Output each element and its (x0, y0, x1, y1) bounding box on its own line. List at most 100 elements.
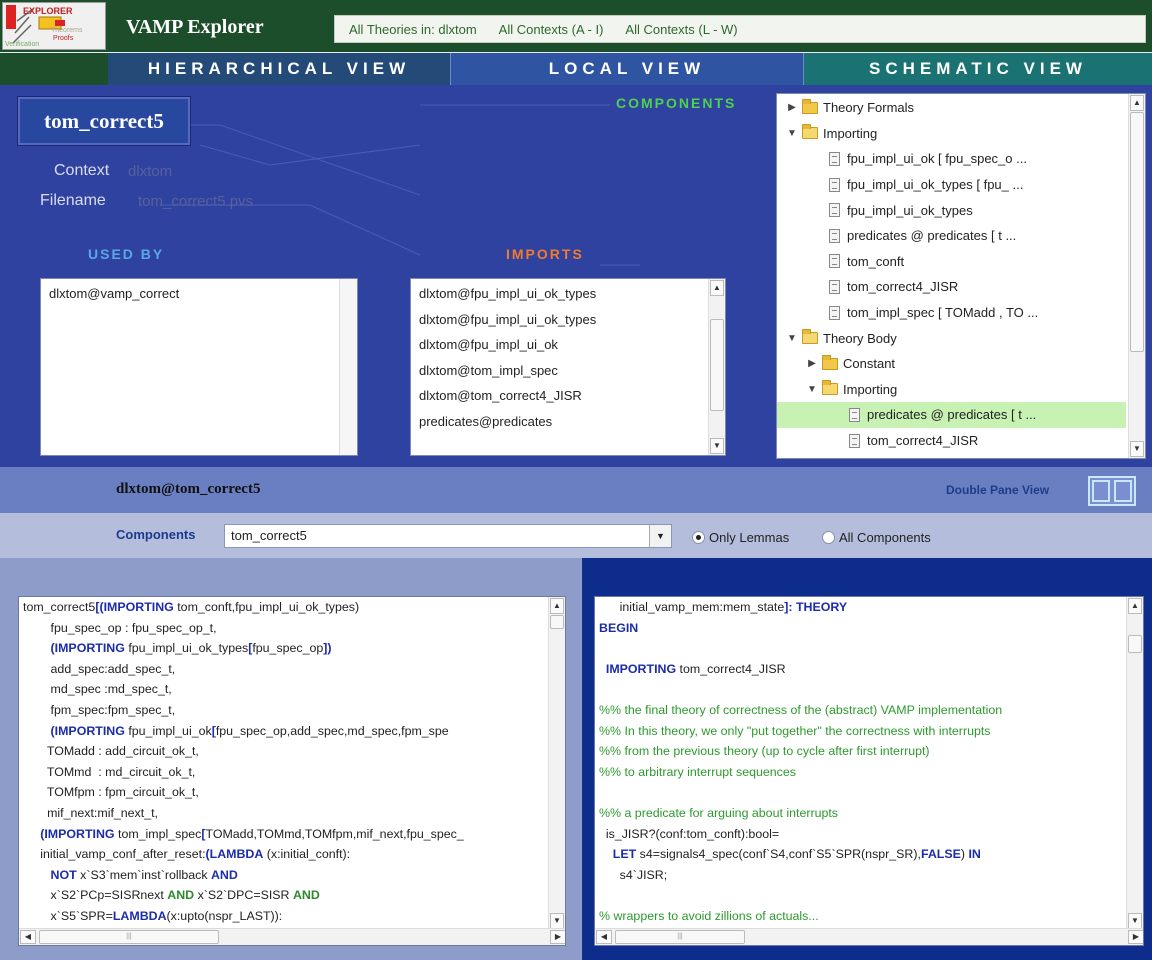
tree-item[interactable]: ▼ Importing (777, 377, 1126, 403)
double-pane-toggle-icon[interactable] (1088, 476, 1136, 506)
left-code-text: tom_correct5[(IMPORTING tom_conft,fpu_im… (23, 597, 464, 927)
tree-item[interactable]: fpu_impl_ui_ok_types [ fpu_ ... (777, 172, 1126, 198)
theory-name-badge: tom_correct5 (18, 97, 190, 145)
link-contexts-l-w[interactable]: All Contexts (L - W) (625, 22, 737, 37)
imports-item[interactable]: dlxtom@fpu_impl_ui_ok (411, 332, 725, 358)
tab-local-view[interactable]: LOCAL VIEW (450, 53, 804, 85)
code-line: x`S5`SPR=LAMBDA(x:upto(nspr_LAST)): (23, 908, 283, 923)
link-all-theories[interactable]: All Theories in: dlxtom (349, 22, 477, 37)
right-code-vscroll[interactable]: ▲ ▼ (1126, 597, 1143, 930)
scroll-down-icon[interactable]: ▼ (1130, 441, 1144, 457)
left-code-hscroll[interactable]: ◀ ||| ▶ (19, 928, 565, 945)
code-line: %% to arbitrary interrupt sequences (599, 764, 796, 779)
scroll-thumb[interactable]: ||| (615, 930, 745, 944)
imports-list[interactable]: dlxtom@fpu_impl_ui_ok_types dlxtom@fpu_im… (410, 278, 726, 456)
document-icon (829, 228, 840, 243)
scroll-down-icon[interactable]: ▼ (710, 438, 724, 454)
scroll-thumb[interactable] (710, 319, 724, 411)
used-by-item[interactable]: dlxtom@vamp_correct (41, 281, 357, 307)
tab-hierarchical-view[interactable]: HIERARCHICAL VIEW (108, 53, 450, 85)
tree-item[interactable]: tom_correct4_JISR (777, 274, 1126, 300)
scroll-thumb[interactable]: ||| (39, 930, 219, 944)
imports-item[interactable]: dlxtom@fpu_impl_ui_ok_types (411, 307, 725, 333)
tree-scrollbar[interactable]: ▲ ▼ (1128, 94, 1145, 458)
tree-item-label: fpu_impl_ui_ok [ fpu_spec_o ... (847, 151, 1027, 167)
imports-item[interactable]: dlxtom@fpu_impl_ui_ok_types (411, 281, 725, 307)
folder-open-icon (802, 124, 818, 140)
imports-item[interactable]: predicates@predicates (411, 409, 725, 435)
scroll-thumb[interactable] (1128, 635, 1142, 653)
components-title: COMPONENTS (616, 95, 737, 111)
tree-item-label: Theory Formals (823, 100, 915, 116)
scroll-up-icon[interactable]: ▲ (1130, 95, 1144, 111)
components-select[interactable]: tom_correct5 ▼ (224, 524, 672, 548)
radio-only-lemmas-label: Only Lemmas (709, 530, 790, 545)
tree-item[interactable]: predicates @ predicates [ t ... (777, 402, 1126, 428)
code-line: (IMPORTING fpu_impl_ui_ok[fpu_spec_op,ad… (50, 723, 449, 738)
tree-item[interactable]: ▼ Theory Body (777, 325, 1126, 351)
collapse-arrow-icon[interactable]: ▼ (805, 384, 819, 395)
radio-only-lemmas[interactable]: Only Lemmas (692, 530, 789, 545)
radio-unselected-icon[interactable] (822, 531, 835, 544)
logo-sub1: Theorems (51, 27, 83, 34)
tree-item-label: tom_conft (847, 253, 905, 269)
scroll-left-icon[interactable]: ◀ (20, 930, 36, 944)
scroll-thumb[interactable] (1130, 112, 1144, 352)
scroll-down-icon[interactable]: ▼ (550, 913, 564, 929)
imports-item[interactable]: dlxtom@tom_correct4_JISR (411, 383, 725, 409)
imports-scrollbar[interactable]: ▲ ▼ (708, 279, 725, 455)
collapse-arrow-icon[interactable]: ▼ (785, 128, 799, 139)
tree-item[interactable]: ▶ Constant (777, 351, 1126, 377)
scroll-right-icon[interactable]: ▶ (1128, 930, 1143, 944)
app-title: VAMP Explorer (126, 16, 264, 38)
components-tree[interactable]: ▶ Theory Formals ▼ Importing fpu_impl_ui_ok … (776, 93, 1146, 459)
code-line: TOMfpm : fpm_circuit_ok_t, (23, 785, 199, 800)
tree-item[interactable]: fpu_impl_ui_ok [ fpu_spec_o ... (777, 146, 1126, 172)
expand-arrow-icon[interactable]: ▶ (805, 358, 819, 369)
tree-item-label: Importing (843, 381, 898, 397)
tree-item[interactable]: ▼ Importing (777, 121, 1126, 147)
left-code-vscroll[interactable]: ▲ ▼ (548, 597, 565, 930)
tree-item[interactable]: predicates @ predicates [ t ... (777, 223, 1126, 249)
scroll-down-icon[interactable]: ▼ (1128, 913, 1142, 929)
expand-arrow-icon[interactable]: ▶ (785, 102, 799, 113)
filename-label: Filename (40, 192, 106, 209)
code-line: (IMPORTING fpu_impl_ui_ok_types[fpu_spec… (50, 641, 332, 656)
tree-item[interactable]: tom_impl_spec [ TOMadd , TO ... (777, 300, 1126, 326)
used-by-scrollbar[interactable] (339, 279, 357, 455)
code-line: NOT x`S3`mem`inst`rollback AND (50, 867, 238, 882)
top-links-bar: All Theories in: dlxtom All Contexts (A … (334, 15, 1146, 43)
scroll-thumb[interactable] (550, 615, 564, 629)
tree-item[interactable]: fpu_impl_ui_ok_types (777, 197, 1126, 223)
tab-schematic-view[interactable]: SCHEMATIC VIEW (804, 53, 1152, 85)
tree-item-label: tom_correct4_JISR (867, 433, 979, 449)
radio-all-components[interactable]: All Components (822, 530, 931, 545)
radio-selected-icon[interactable] (692, 531, 705, 544)
double-pane-label: Double Pane View (946, 483, 1050, 497)
scroll-up-icon[interactable]: ▲ (1128, 598, 1142, 614)
scroll-right-icon[interactable]: ▶ (550, 930, 565, 944)
used-by-list[interactable]: dlxtom@vamp_correct (40, 278, 358, 456)
collapse-arrow-icon[interactable]: ▼ (785, 333, 799, 344)
link-contexts-a-i[interactable]: All Contexts (A - I) (499, 22, 604, 37)
code-line: %% from the previous theory (up to cycle… (599, 744, 930, 759)
right-code-hscroll[interactable]: ◀ ||| ▶ (595, 928, 1143, 945)
tree-item[interactable]: ▶ Theory Formals (777, 95, 1126, 121)
scroll-up-icon[interactable]: ▲ (550, 598, 564, 614)
tree-item[interactable]: tom_correct4_JISR (777, 428, 1126, 454)
chevron-down-icon[interactable]: ▼ (649, 525, 671, 547)
imports-item[interactable]: dlxtom@tom_impl_spec (411, 358, 725, 384)
left-code-pane[interactable]: tom_correct5[(IMPORTING tom_conft,fpu_im… (18, 596, 566, 946)
code-line: mif_next:mif_next_t, (23, 805, 158, 820)
code-line: LET s4=signals4_spec(conf`S4,conf`S5`SPR… (612, 847, 981, 862)
document-icon (849, 433, 860, 448)
app-logo[interactable]: EXPLORER Theorems Proofs Verification (2, 2, 106, 50)
right-code-pane[interactable]: initial_vamp_mem:mem_state]: THEORY BEGIN… (594, 596, 1144, 946)
scroll-left-icon[interactable]: ◀ (596, 930, 612, 944)
document-icon (829, 203, 840, 218)
tree-item[interactable]: tom_conft (777, 249, 1126, 275)
code-line: fpu_spec_op : fpu_spec_op_t, (23, 620, 217, 635)
pane-title: dlxtom@tom_correct5 (116, 481, 261, 497)
scroll-up-icon[interactable]: ▲ (710, 280, 724, 296)
code-line: IMPORTING tom_correct4_JISR (605, 661, 786, 676)
